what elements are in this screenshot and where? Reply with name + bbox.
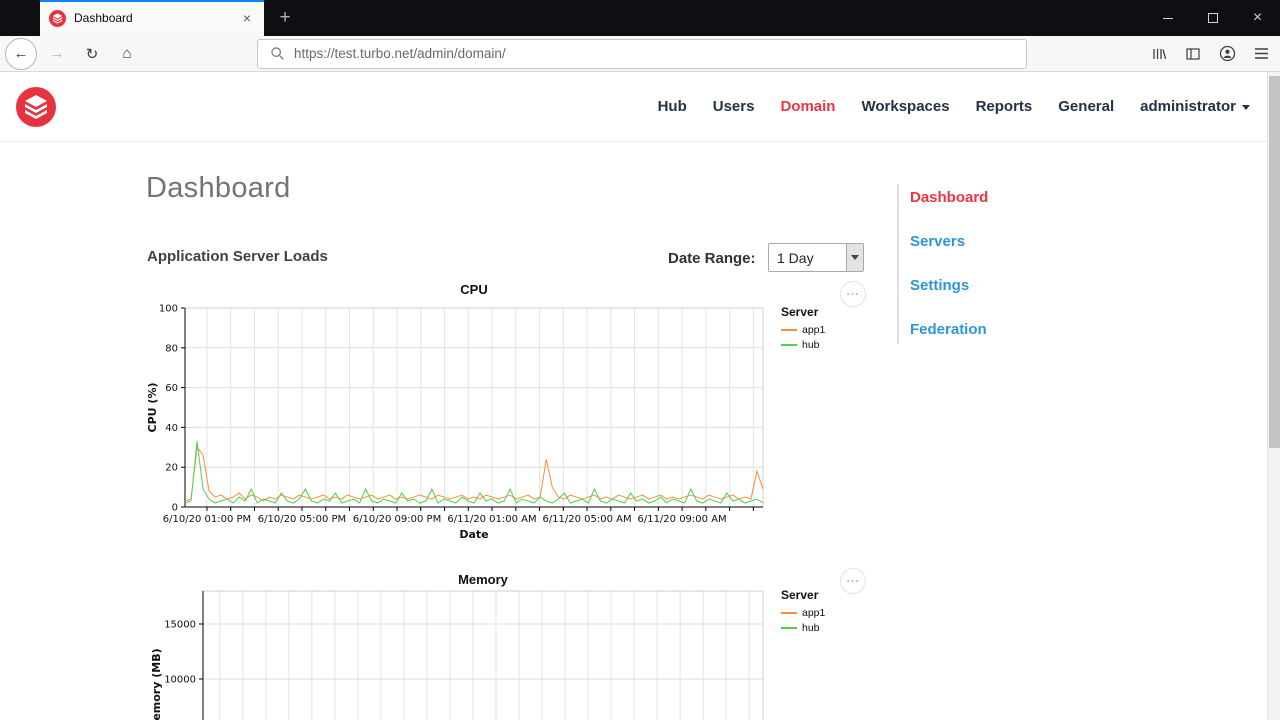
legend-label: hub <box>802 622 820 634</box>
main-nav: Hub Users Domain Workspaces Reports Gene… <box>658 98 1250 115</box>
user-menu[interactable]: administrator <box>1140 98 1250 115</box>
svg-text:6/10/20 01:00 PM: 6/10/20 01:00 PM <box>163 514 251 525</box>
svg-text:60: 60 <box>165 383 178 394</box>
svg-text:6/11/20 05:00 AM: 6/11/20 05:00 AM <box>542 514 631 525</box>
legend-item-app1: app1 <box>781 324 825 336</box>
hub-swatch <box>781 344 797 346</box>
nav-item-hub[interactable]: Hub <box>658 98 687 115</box>
back-button[interactable]: ← <box>5 37 37 70</box>
page-scrollbar[interactable] <box>1267 72 1280 720</box>
svg-text:100: 100 <box>159 304 178 315</box>
site-header: Hub Users Domain Workspaces Reports Gene… <box>0 72 1280 142</box>
nav-item-reports[interactable]: Reports <box>976 98 1033 115</box>
date-range-select[interactable]: 1 Day <box>768 243 864 272</box>
site-favicon-icon <box>49 9 66 27</box>
minimize-button[interactable] <box>1145 0 1190 36</box>
browser-window: Dashboard × + × ← → ↻ ⌂ https://test.tur… <box>0 0 1280 720</box>
sidebar-toggle-icon[interactable] <box>1184 45 1202 63</box>
new-tab-button[interactable]: + <box>271 4 299 32</box>
sidebar-item-dashboard[interactable]: Dashboard <box>910 188 988 208</box>
svg-text:6/11/20 01:00 AM: 6/11/20 01:00 AM <box>447 514 536 525</box>
url-input[interactable] <box>294 46 1016 61</box>
sidebar-item-settings[interactable]: Settings <box>910 276 988 296</box>
legend-item-app1: app1 <box>781 607 825 619</box>
svg-text:10000: 10000 <box>164 675 196 686</box>
svg-text:6/11/20 09:00 AM: 6/11/20 09:00 AM <box>637 514 726 525</box>
legend-item-hub: hub <box>781 339 825 351</box>
cpu-chart: 0 20 40 60 80 100 6/10/20 01:00 PM 6/10/20 05:0… <box>146 304 764 541</box>
date-range-value: 1 Day <box>777 249 814 266</box>
search-icon <box>268 45 286 63</box>
hub-swatch <box>781 627 797 629</box>
account-icon[interactable] <box>1218 45 1236 63</box>
home-button[interactable]: ⌂ <box>112 39 142 69</box>
svg-text:80: 80 <box>165 343 178 354</box>
user-menu-label: administrator <box>1140 98 1236 115</box>
cpu-chart-legend: Server app1 hub <box>781 305 825 354</box>
page-title: Dashboard <box>146 172 291 204</box>
svg-text:15000: 15000 <box>164 620 196 631</box>
svg-text:6/10/20 09:00 PM: 6/10/20 09:00 PM <box>353 514 441 525</box>
memory-chart: 10000 15000 Memory (MB) <box>150 590 764 720</box>
sidebar-item-federation[interactable]: Federation <box>910 320 988 340</box>
svg-text:Date: Date <box>459 528 488 541</box>
cpu-chart-title: CPU <box>460 282 488 297</box>
window-controls: × <box>1145 0 1280 36</box>
app1-swatch <box>781 329 797 331</box>
window-titlebar: Dashboard × + × <box>0 0 1280 36</box>
turbo-logo-icon[interactable] <box>16 87 56 127</box>
section-heading: Application Server Loads <box>147 248 328 265</box>
window-close-button[interactable]: × <box>1235 0 1280 36</box>
legend-label: app1 <box>802 607 826 619</box>
legend-title: Server <box>781 305 819 319</box>
scrollbar-thumb[interactable] <box>1269 76 1280 448</box>
select-arrow-icon <box>846 244 863 271</box>
cpu-chart-menu-button[interactable]: ... <box>840 281 866 307</box>
side-nav: Dashboard Servers Settings Federation <box>897 184 988 344</box>
nav-item-users[interactable]: Users <box>713 98 755 115</box>
reload-button[interactable]: ↻ <box>77 39 107 69</box>
menu-icon[interactable] <box>1252 45 1270 63</box>
minimize-icon <box>1162 17 1173 19</box>
url-bar[interactable] <box>257 38 1027 69</box>
page-content: Hub Users Domain Workspaces Reports Gene… <box>0 72 1280 720</box>
legend-label: app1 <box>802 324 826 336</box>
forward-button[interactable]: → <box>42 39 72 69</box>
tab-close-icon[interactable]: × <box>239 8 255 28</box>
browser-toolbar: ← → ↻ ⌂ <box>0 36 1280 72</box>
library-icon[interactable] <box>1150 45 1168 63</box>
maximize-button[interactable] <box>1190 0 1235 36</box>
svg-text:Memory (MB): Memory (MB) <box>150 648 163 720</box>
svg-text:20: 20 <box>165 463 178 474</box>
svg-text:6/10/20 05:00 PM: 6/10/20 05:00 PM <box>258 514 346 525</box>
browser-tab[interactable]: Dashboard × <box>40 0 264 36</box>
app1-swatch <box>781 612 797 614</box>
nav-item-domain[interactable]: Domain <box>780 98 835 115</box>
legend-label: hub <box>802 339 820 351</box>
memory-chart-legend: Server app1 hub <box>781 588 825 637</box>
chevron-down-icon <box>1242 105 1250 110</box>
legend-item-hub: hub <box>781 622 825 634</box>
memory-chart-menu-button[interactable]: ... <box>840 568 866 594</box>
legend-title: Server <box>781 588 819 602</box>
nav-item-workspaces[interactable]: Workspaces <box>861 98 949 115</box>
date-range-label: Date Range: <box>668 250 756 267</box>
svg-text:CPU (%): CPU (%) <box>146 383 159 433</box>
sidebar-item-servers[interactable]: Servers <box>910 232 988 252</box>
nav-item-general[interactable]: General <box>1058 98 1114 115</box>
maximize-icon <box>1207 13 1218 23</box>
svg-text:0: 0 <box>172 503 178 514</box>
tab-title: Dashboard <box>74 11 133 25</box>
svg-text:40: 40 <box>165 423 178 434</box>
